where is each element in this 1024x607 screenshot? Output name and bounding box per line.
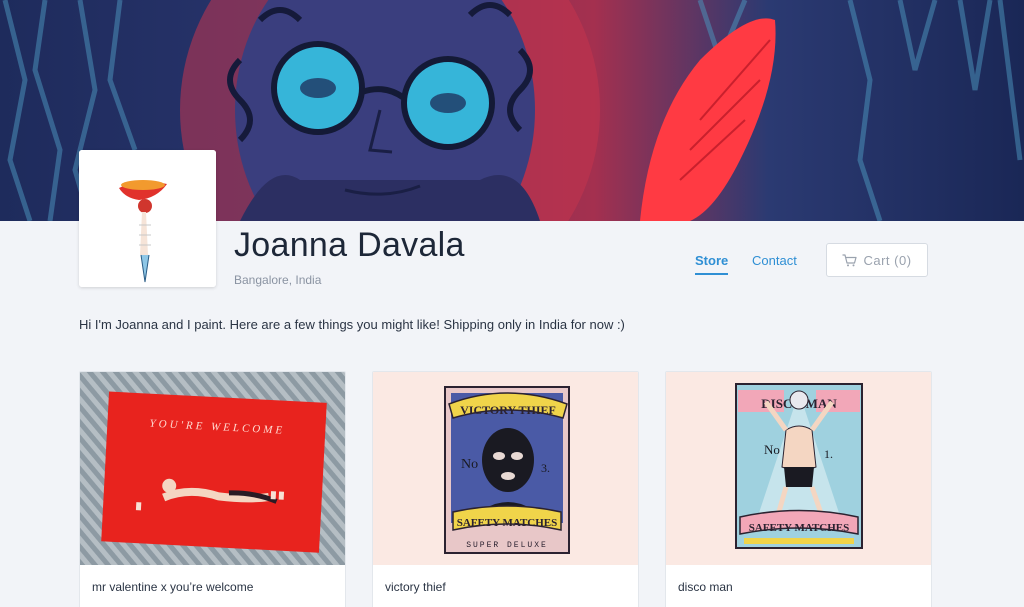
nav-store-link[interactable]: Store: [695, 253, 729, 275]
product-card[interactable]: VICTORY THIEF No 3. SAFETY MATCHES SUPER…: [372, 371, 639, 607]
store-avatar: [79, 150, 216, 287]
cart-label: Cart (0): [863, 252, 912, 268]
product-title[interactable]: disco man: [678, 580, 733, 594]
store-location: Bangalore, India: [234, 273, 322, 287]
matchbox-number-label: No: [764, 442, 780, 457]
matchbox-number: 3.: [541, 461, 550, 475]
product-title[interactable]: victory thief: [385, 580, 446, 594]
product-image: VICTORY THIEF No 3. SAFETY MATCHES SUPER…: [373, 372, 638, 565]
store-intro: Hi I'm Joanna and I paint. Here are a fe…: [79, 317, 625, 332]
avatar-illustration: [79, 150, 216, 287]
matchbox-subtitle: SAFETY MATCHES: [457, 517, 558, 529]
product-image: DISCO MAN No 1. SAFETY MATCHES: [666, 372, 931, 565]
matchbox-footer: SUPER DELUXE: [466, 541, 548, 550]
cart-button[interactable]: Cart (0): [826, 243, 928, 277]
product-card[interactable]: DISCO MAN No 1. SAFETY MATCHES disco man: [665, 371, 932, 607]
product-image: YOU'RE WELCOME: [80, 372, 345, 565]
nav-contact-link[interactable]: Contact: [752, 253, 797, 268]
matchbox-title: VICTORY THIEF: [460, 403, 556, 417]
product-card[interactable]: YOU'RE WELCOME mr valentine x you’re wel…: [79, 371, 346, 607]
product-title[interactable]: mr valentine x you’re welcome: [92, 580, 253, 594]
shopping-cart-icon: [842, 253, 858, 267]
matchbox-subtitle: SAFETY MATCHES: [749, 522, 850, 534]
matchbox-number: 1.: [824, 447, 833, 461]
store-name: Joanna Davala: [234, 226, 465, 264]
matchbox-number-label: No: [461, 457, 478, 472]
